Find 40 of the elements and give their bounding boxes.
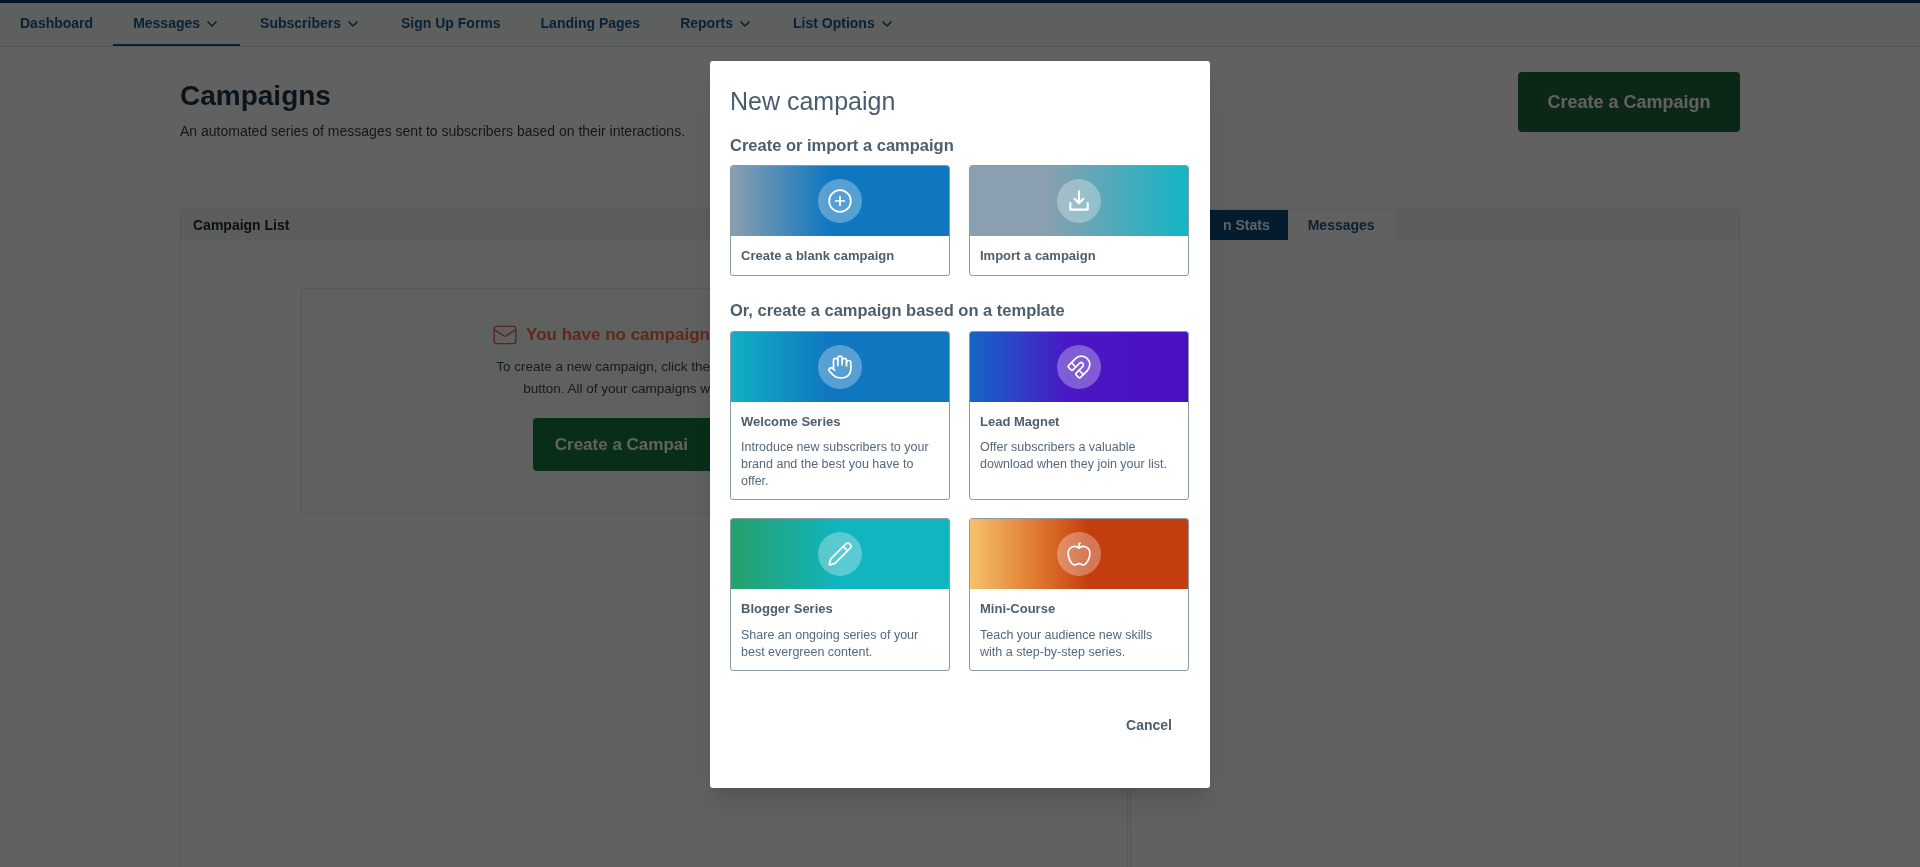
empty-state-title: You have no campaign (526, 324, 710, 347)
magnet-icon (1066, 353, 1092, 380)
pencil-icon (827, 541, 853, 567)
nav-tab[interactable]: Reports (680, 3, 754, 46)
campaign-option-card[interactable]: Mini-Course Teach your audience new skills with a step-by-step series. (969, 518, 1189, 671)
card-title: Blogger Series (741, 600, 834, 618)
card-description: Share an ongoing series of your best evergreen content. (741, 626, 920, 661)
section-heading: Create or import a campaign (730, 134, 955, 156)
create-campaign-button[interactable]: Create a Campai (532, 418, 710, 471)
nav-tab[interactable]: List Options (793, 3, 895, 46)
dialog-title: New campaign (730, 86, 897, 117)
cancel-button[interactable]: Cancel (1124, 714, 1174, 736)
card-title: Create a blank campaign (741, 247, 896, 266)
campaign-option-card[interactable]: Create a blank campaign (730, 165, 950, 276)
nav-tab[interactable]: Subscribers (260, 3, 361, 46)
card-description: Teach your audience new skills with a step-by-step series. (980, 626, 1154, 661)
campaign-option-card[interactable]: Import a campaign (969, 165, 1189, 276)
card-title: Welcome Series (741, 412, 842, 431)
campaign-option-card[interactable]: Lead Magnet Offer subscribers a valuable download when they join your list. (969, 330, 1189, 500)
card-title: Lead Magnet (980, 412, 1061, 431)
empty-state-text: To create a new campaign, click the (496, 358, 710, 376)
nav-tab[interactable]: Sign Up Forms (401, 3, 501, 46)
apple-icon (1066, 541, 1092, 567)
plus-circle-icon (827, 188, 853, 215)
nav-tab[interactable]: Dashboard (20, 3, 94, 46)
card-description: Introduce new subscribers to your brand and the best you have to offer. (741, 439, 930, 490)
card-title: Mini-Course (980, 600, 1057, 618)
card-description: Offer subscribers a valuable download when they join your list. (980, 439, 1168, 473)
create-campaign-button[interactable]: Create a Campaign (1518, 72, 1740, 132)
nav-tab[interactable]: Messages (113, 3, 241, 46)
page-title: Campaigns (180, 79, 332, 113)
empty-state-text: button. All of your campaigns w (523, 380, 710, 398)
page-subtitle: An automated series of messages sent to subscribers based on their interactions. (180, 122, 686, 141)
panel-title: Campaign List (193, 215, 290, 235)
nav-tab[interactable]: Landing Pages (540, 3, 641, 46)
campaign-option-card[interactable]: Blogger Series Share an ongoing series of your best evergreen content. (730, 518, 950, 671)
section-heading: Or, create a campaign based on a template (730, 299, 1066, 321)
campaign-option-card[interactable]: Welcome Series Introduce new subscribers to your brand and the best you have to offer. (730, 330, 950, 500)
card-title: Import a campaign (980, 247, 1097, 266)
panel-tab[interactable]: Messages (1287, 210, 1395, 240)
